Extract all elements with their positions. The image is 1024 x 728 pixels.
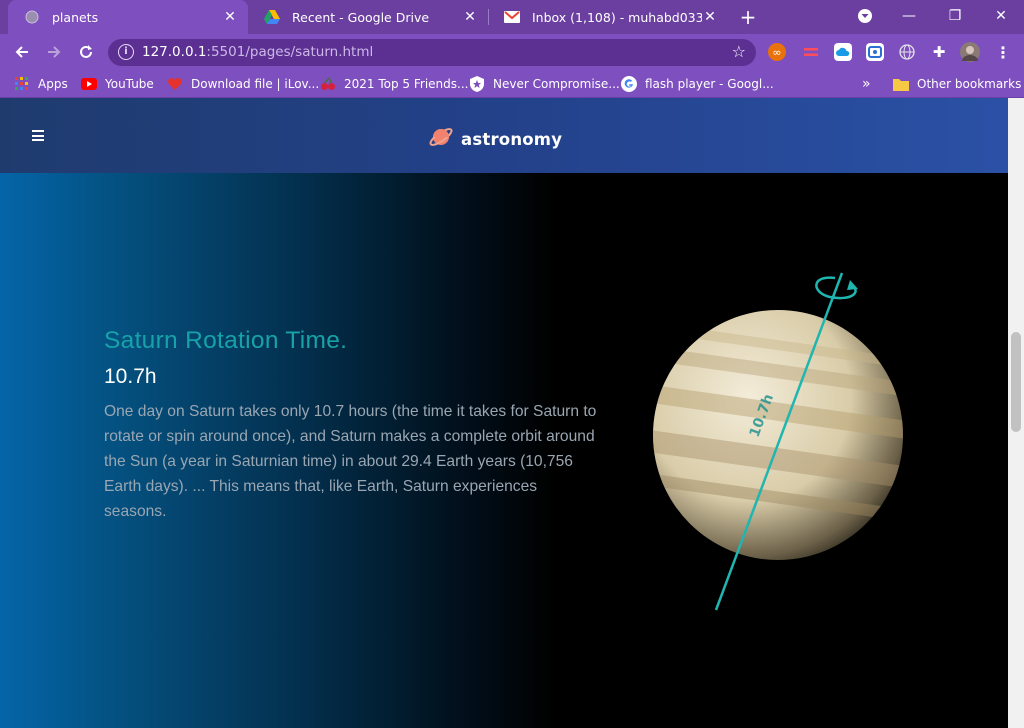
- extension-bars-icon[interactable]: [802, 43, 820, 61]
- extension-screen-icon[interactable]: [866, 43, 884, 61]
- other-bookmarks-folder[interactable]: Other bookmarks: [893, 76, 1021, 92]
- close-window-button[interactable]: ✕: [979, 0, 1023, 32]
- minimize-button[interactable]: —: [887, 0, 931, 32]
- gmail-icon: [504, 9, 520, 25]
- rotation-info: Saturn Rotation Time. 10.7h One day on S…: [104, 327, 604, 524]
- youtube-icon: [81, 76, 97, 92]
- apps-grid-icon: [14, 76, 30, 92]
- bookmark-label: flash player - Googl...: [645, 77, 774, 91]
- chevron-down-icon: [858, 9, 872, 23]
- rotation-description: One day on Saturn takes only 10.7 hours …: [104, 403, 597, 520]
- reload-button[interactable]: [74, 40, 98, 64]
- globe-icon: [24, 9, 40, 25]
- arrow-right-icon: [48, 46, 61, 58]
- bookmark-label: Apps: [38, 77, 68, 91]
- tab-gmail-inbox[interactable]: Inbox (1,108) - muhabd0336@gm ✕: [488, 0, 728, 34]
- forward-button[interactable]: [42, 40, 66, 64]
- scrollbar-thumb[interactable]: [1011, 332, 1021, 432]
- tab-strip: planets ✕ Recent - Google Drive ✕ Inbox …: [0, 0, 1024, 34]
- tab-planets[interactable]: planets ✕: [8, 0, 248, 34]
- kebab-menu-icon[interactable]: ⋮: [994, 43, 1012, 62]
- close-icon[interactable]: ✕: [702, 9, 718, 25]
- saturn-rotation-illustration: 10.7h: [653, 272, 903, 611]
- site-brand-name: astronomy: [461, 129, 563, 149]
- saturn-planet: [653, 310, 903, 560]
- google-icon: [621, 76, 637, 92]
- tab-title: Recent - Google Drive: [292, 9, 430, 25]
- hamburger-menu-icon[interactable]: [32, 130, 44, 141]
- section-heading: Saturn Rotation Time.: [104, 327, 348, 354]
- rotation-value: 10.7h: [104, 365, 157, 388]
- bookmark-ilovepdf[interactable]: Download file | iLov...: [167, 76, 319, 92]
- address-bar[interactable]: i 127.0.0.1:5501/pages/saturn.html ☆: [108, 39, 756, 66]
- google-drive-icon: [264, 9, 280, 25]
- extension-cloud-icon[interactable]: [834, 43, 852, 61]
- bookmark-label: 2021 Top 5 Friends...: [344, 77, 469, 91]
- tab-title: Inbox (1,108) - muhabd0336@gm: [532, 9, 702, 25]
- extension-globe-icon[interactable]: [898, 43, 916, 61]
- bookmark-star-icon[interactable]: ☆: [732, 42, 746, 61]
- bookmarks-bar: Apps YouTube Download file | iLov... 202…: [0, 70, 1024, 98]
- bookmark-label: Download file | iLov...: [191, 77, 320, 91]
- cherry-icon: [320, 76, 336, 92]
- bookmark-label: Never Compromise...: [493, 77, 620, 91]
- planet-logo-icon: [428, 124, 454, 154]
- url-text: 127.0.0.1:5501/pages/saturn.html: [142, 44, 374, 60]
- tab-google-drive[interactable]: Recent - Google Drive ✕: [248, 0, 488, 34]
- new-tab-button[interactable]: +: [738, 6, 758, 28]
- profile-avatar[interactable]: [960, 42, 980, 62]
- bookmark-label: YouTube: [105, 77, 154, 91]
- bookmark-top5-friends[interactable]: 2021 Top 5 Friends...: [320, 76, 468, 92]
- bookmark-never-compromise[interactable]: Never Compromise...: [469, 76, 620, 92]
- extension-infinity-icon[interactable]: ∞: [768, 43, 786, 61]
- close-icon[interactable]: ✕: [222, 9, 238, 25]
- restore-button[interactable]: ❐: [933, 0, 977, 32]
- heart-icon: [167, 76, 183, 92]
- shield-star-icon: [469, 76, 485, 92]
- bookmarks-overflow-button[interactable]: »: [862, 76, 871, 92]
- reload-icon: [80, 45, 92, 58]
- folder-icon: [893, 76, 909, 92]
- arrow-left-icon: [15, 46, 28, 58]
- site-info-icon[interactable]: i: [118, 44, 134, 60]
- bookmark-flash-player[interactable]: flash player - Googl...: [621, 76, 774, 92]
- extensions-puzzle-icon[interactable]: ✚: [930, 43, 948, 61]
- tab-title: planets: [52, 9, 99, 25]
- site-navbar: astronomy: [0, 98, 1008, 173]
- bookmark-label: Other bookmarks: [917, 77, 1022, 91]
- tab-search-button[interactable]: [843, 0, 887, 32]
- back-button[interactable]: [10, 40, 34, 64]
- bookmark-youtube[interactable]: YouTube: [81, 76, 154, 92]
- site-logo[interactable]: astronomy: [428, 124, 562, 154]
- page-scrollbar[interactable]: [1008, 98, 1024, 728]
- page-viewport: astronomy Saturn Rotation Time. 10.7h On…: [0, 98, 1008, 728]
- browser-toolbar: i 127.0.0.1:5501/pages/saturn.html ☆ ∞ ✚…: [0, 34, 1024, 70]
- close-icon[interactable]: ✕: [462, 9, 478, 25]
- bookmark-apps[interactable]: Apps: [14, 76, 68, 92]
